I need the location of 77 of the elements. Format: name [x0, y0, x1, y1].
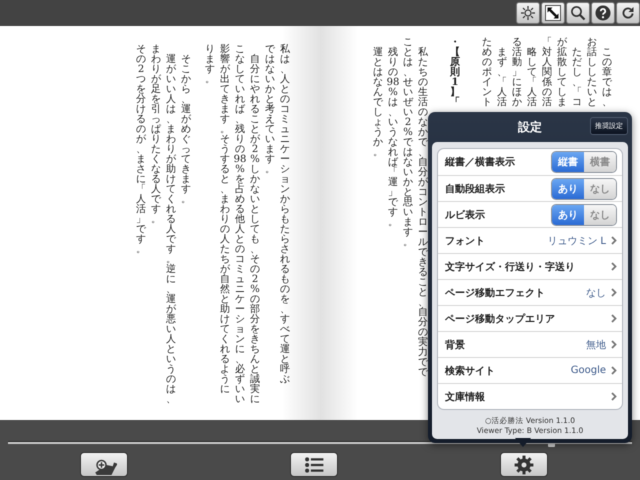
chevron-icon — [611, 262, 617, 271]
text-column: その2つを分けるのが、まさに「人活」です。 — [134, 45, 148, 255]
text-column: ただし、「コ — [570, 38, 584, 108]
segment-option[interactable]: あり — [552, 178, 584, 198]
chevron-icon — [611, 392, 617, 401]
row-label: 自動段組表示 — [445, 182, 505, 196]
segmented-control[interactable]: あり なし — [551, 178, 617, 200]
text-column: ります。 — [203, 45, 217, 85]
row-value: Google — [570, 365, 606, 376]
sun-icon — [520, 5, 536, 21]
text-column: 運がいい人は、まわりが助けてくれる人です。逆に、運が悪い人というのは、 — [164, 45, 178, 405]
row-label: ページ移動タップエリア — [445, 312, 555, 326]
row-label: 検索サイト — [445, 364, 495, 378]
text-column: この章では、 — [600, 38, 614, 108]
row-value: 無地 — [586, 338, 606, 352]
chevron-icon — [611, 366, 617, 375]
segmented-control[interactable]: あり なし — [551, 204, 617, 226]
text-column: 私は、人とのコミュニケーションからもたらされるものを、すべて運と呼ぶ — [278, 45, 292, 385]
search-button[interactable] — [566, 2, 590, 24]
search-icon — [570, 5, 586, 21]
diagonal-arrows-icon — [545, 5, 561, 21]
settings-row[interactable]: フォント リュウミン L — [438, 227, 622, 253]
text-column: 自分にやれることが2%しかないとしても、その2%の部分をきちんと誠実に — [248, 45, 262, 405]
segment-option[interactable]: なし — [584, 178, 616, 198]
text-column: 略して「人活 — [525, 38, 539, 108]
text-column: まわりが足を引っぱりたくなる人です。 — [149, 45, 163, 225]
chevron-icon — [611, 314, 617, 323]
text-column: まず、「人活 — [495, 38, 509, 108]
row-label: ページ移動エフェクト — [445, 286, 545, 300]
brightness-button[interactable] — [516, 2, 540, 24]
row-value: なし — [586, 286, 606, 300]
row-label: 文庫情報 — [445, 390, 485, 404]
text-column: る活動」にほか — [510, 38, 524, 108]
text-column: ためのポイント — [480, 38, 494, 108]
chevron-icon — [611, 236, 617, 245]
help-icon — [595, 5, 611, 21]
heading-column: ・【原則1】「 — [448, 38, 462, 108]
settings-row[interactable]: 背景 無地 — [438, 331, 622, 357]
settings-row[interactable]: 文字サイズ・行送り・字送り — [438, 253, 622, 279]
fullscreen-button[interactable] — [541, 2, 565, 24]
bookmark-button[interactable] — [80, 452, 128, 477]
text-column: 運とはなんでしょうか。 — [371, 38, 385, 158]
settings-row[interactable]: 検索サイト Google — [438, 357, 622, 383]
settings-row[interactable]: ページ移動タップエリア — [438, 305, 622, 331]
chevron-icon — [611, 288, 617, 297]
segment-option[interactable]: なし — [584, 204, 616, 224]
row-label: フォント — [445, 234, 485, 248]
list-icon — [303, 454, 325, 474]
contents-button[interactable] — [290, 452, 338, 477]
text-column: そこから、運がめぐってきます。 — [179, 45, 193, 205]
chevron-icon — [611, 340, 617, 349]
refresh-button[interactable] — [616, 2, 640, 24]
text-column: 「対人関係の活 — [540, 38, 554, 108]
text-column: 影響が出てきます。そうすると、まわりの人たちが自然と助けてくれるように — [218, 45, 232, 395]
text-column: が拡散してしま — [555, 38, 569, 108]
text-column: お話ししたいと — [585, 38, 599, 108]
text-column: 残りの98%は、いうなれば「運」です。 — [386, 38, 400, 228]
segment-option[interactable]: あり — [552, 204, 584, 224]
row-value: リュウミン L — [547, 234, 606, 248]
segmented-control[interactable]: 縦書 横書 — [551, 151, 617, 173]
segment-option[interactable]: 横書 — [584, 152, 616, 172]
settings-row[interactable]: ページ移動エフェクト なし — [438, 279, 622, 305]
popover-title: 設定 — [518, 118, 542, 136]
settings-button[interactable] — [500, 452, 548, 477]
row-label: 文字サイズ・行送り・字送り — [445, 260, 575, 274]
row-label: ルビ表示 — [445, 208, 485, 222]
row-label: 背景 — [445, 338, 465, 352]
row-label: 縦書／横書表示 — [445, 156, 515, 169]
settings-row[interactable]: 文庫情報 — [438, 383, 622, 409]
segment-option[interactable]: 縦書 — [552, 152, 584, 172]
text-column: ではないかと考えています。 — [263, 45, 277, 175]
popover-pointer — [515, 438, 531, 447]
text-column: こなしていれば、残りの98%を占める他人とのコミュニケーションに、必ずいい — [233, 45, 247, 405]
text-column: 私たちの生活のなかで、自分がコントロールできること、自分の実力でで — [416, 38, 430, 378]
help-button[interactable] — [591, 2, 615, 24]
text-column: ことは、せいぜい2%ではないかと思います。 — [401, 38, 415, 248]
refresh-icon — [620, 5, 636, 21]
